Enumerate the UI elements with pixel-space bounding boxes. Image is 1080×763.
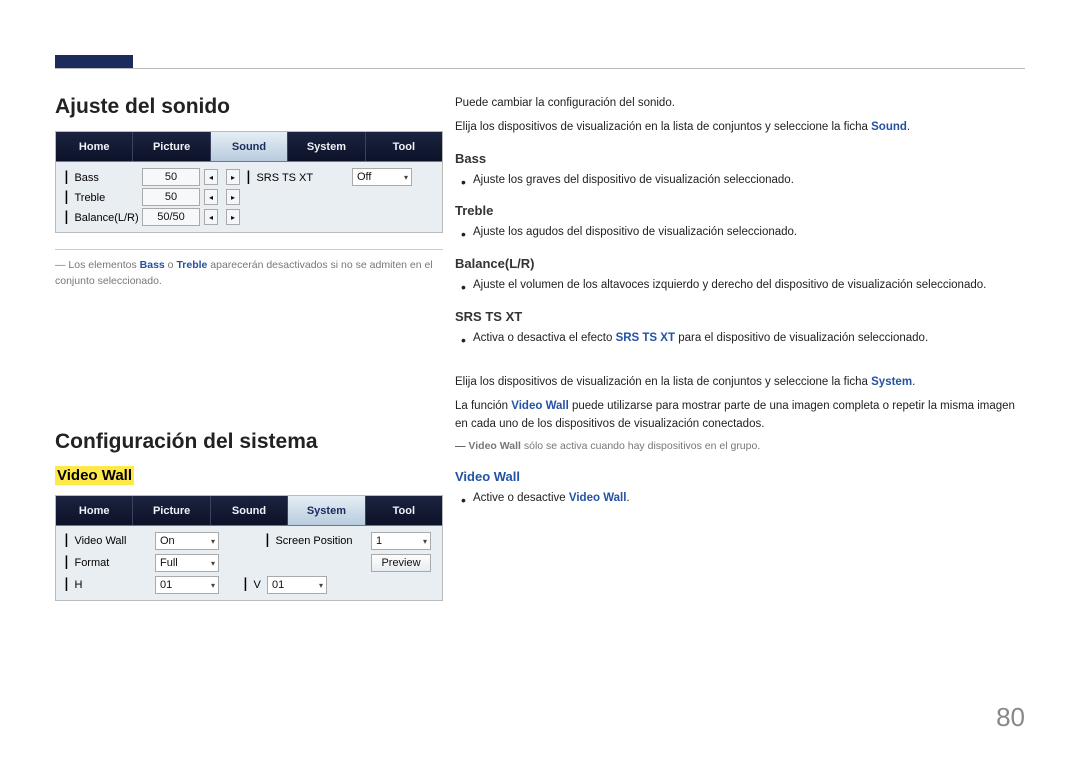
balance-step-right[interactable]: ▸ (226, 209, 240, 225)
treble-desc: Ajuste los agudos del dispositivo de vis… (473, 224, 1025, 242)
system-tabs: Home Picture Sound System Tool (56, 496, 442, 526)
sound-intro-1: Puede cambiar la configuración del sonid… (455, 95, 1025, 113)
balance-label: Balance(L/R) (66, 211, 138, 224)
sound-tabs: Home Picture Sound System Tool (56, 132, 442, 162)
tab-sound[interactable]: Sound (211, 132, 288, 161)
divider (55, 249, 443, 250)
screenpos-label: Screen Position (267, 534, 367, 547)
treble-value[interactable]: 50 (142, 188, 200, 206)
bass-heading: Bass (455, 151, 1025, 166)
videowall-heading: Video Wall (455, 469, 1025, 484)
treble-step-right[interactable]: ▸ (226, 189, 240, 205)
header-rule (55, 68, 1025, 69)
sound-panel: Home Picture Sound System Tool Bass 50 ◂… (55, 131, 443, 233)
page-number: 80 (996, 702, 1025, 733)
tab2-tool[interactable]: Tool (366, 496, 442, 525)
screenpos-dropdown[interactable]: 1 (371, 532, 431, 550)
format-label: Format (66, 556, 151, 569)
section-system-title: Configuración del sistema (55, 430, 443, 454)
bass-value[interactable]: 50 (142, 168, 200, 186)
balance-desc: Ajuste el volumen de los altavoces izqui… (473, 277, 1025, 295)
srs-label: SRS TS XT (248, 171, 348, 184)
srs-dropdown[interactable]: Off (352, 168, 412, 186)
sound-intro-2: Elija los dispositivos de visualización … (455, 119, 1025, 137)
header-marker (55, 55, 133, 68)
balance-step-left[interactable]: ◂ (204, 209, 218, 225)
tab-tool[interactable]: Tool (366, 132, 442, 161)
tab-home[interactable]: Home (56, 132, 133, 161)
videowall-dropdown[interactable]: On (155, 532, 219, 550)
treble-step-left[interactable]: ◂ (204, 189, 218, 205)
h-label: H (66, 578, 151, 591)
sys-intro: Elija los dispositivos de visualización … (455, 374, 1025, 392)
bass-label: Bass (66, 171, 138, 184)
sound-footnote: ― Los elementos Bass o Treble aparecerán… (55, 258, 443, 290)
video-wall-subheading: Video Wall (55, 466, 134, 485)
section-sound-title: Ajuste del sonido (55, 95, 443, 119)
treble-heading: Treble (455, 203, 1025, 218)
bass-step-right[interactable]: ▸ (226, 169, 240, 185)
tab-picture[interactable]: Picture (133, 132, 210, 161)
bass-step-left[interactable]: ◂ (204, 169, 218, 185)
system-panel: Home Picture Sound System Tool Video Wal… (55, 495, 443, 601)
bass-desc: Ajuste los graves del dispositivo de vis… (473, 172, 1025, 190)
srs-desc: Activa o desactiva el efecto SRS TS XT p… (473, 330, 1025, 348)
v-label: V (245, 578, 263, 591)
tab2-picture[interactable]: Picture (133, 496, 210, 525)
sys-note: ― Video Wall sólo se activa cuando hay d… (455, 439, 1025, 455)
preview-button[interactable]: Preview (371, 554, 431, 572)
treble-label: Treble (66, 191, 138, 204)
tab2-sound[interactable]: Sound (211, 496, 288, 525)
h-dropdown[interactable]: 01 (155, 576, 219, 594)
videowall-desc: Active o desactive Video Wall. (473, 490, 1025, 508)
tab2-home[interactable]: Home (56, 496, 133, 525)
videowall-label: Video Wall (66, 534, 151, 547)
balance-value[interactable]: 50/50 (142, 208, 200, 226)
tab2-system[interactable]: System (288, 496, 365, 525)
format-dropdown[interactable]: Full (155, 554, 219, 572)
balance-heading: Balance(L/R) (455, 256, 1025, 271)
tab-system[interactable]: System (288, 132, 365, 161)
v-dropdown[interactable]: 01 (267, 576, 327, 594)
srs-heading: SRS TS XT (455, 309, 1025, 324)
sys-desc: La función Video Wall puede utilizarse p… (455, 398, 1025, 434)
